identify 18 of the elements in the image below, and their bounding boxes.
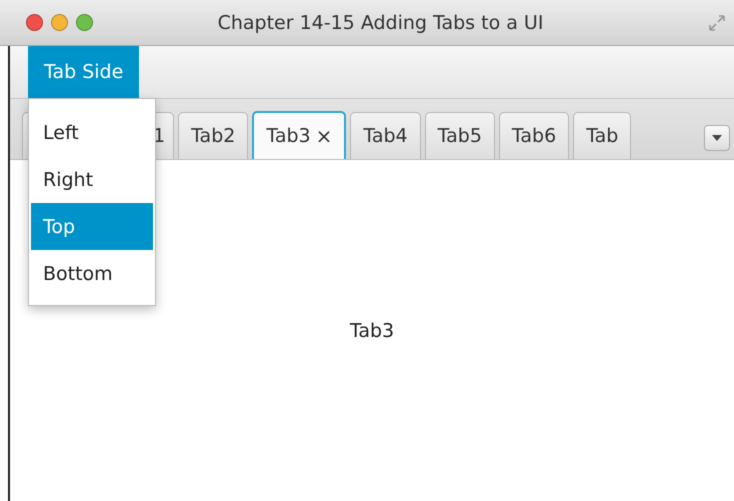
tab[interactable]: Tab5 xyxy=(424,112,495,159)
tab-content-text: Tab3 xyxy=(350,320,394,344)
menu-item[interactable]: Right xyxy=(31,156,153,203)
tab[interactable]: Tab4 xyxy=(350,112,421,159)
tab-close-button[interactable]: × xyxy=(316,124,332,148)
minimize-button[interactable] xyxy=(51,14,68,31)
tab[interactable]: Tab xyxy=(573,112,632,159)
close-button[interactable] xyxy=(26,14,43,31)
menu-item[interactable]: Left xyxy=(31,109,153,156)
tab[interactable]: Tab3 × xyxy=(252,111,346,159)
tab[interactable]: Tab6 xyxy=(498,112,570,159)
tab-overflow-button[interactable] xyxy=(704,125,730,151)
caret-icon xyxy=(712,135,722,141)
menu-item[interactable]: Bottom xyxy=(31,250,153,297)
zoom-button[interactable] xyxy=(76,14,93,31)
window-title: Chapter 14-15 Adding Tabs to a UI xyxy=(216,12,544,34)
fullscreen-icon[interactable] xyxy=(708,14,726,32)
tab[interactable]: Tab2 xyxy=(178,112,248,159)
